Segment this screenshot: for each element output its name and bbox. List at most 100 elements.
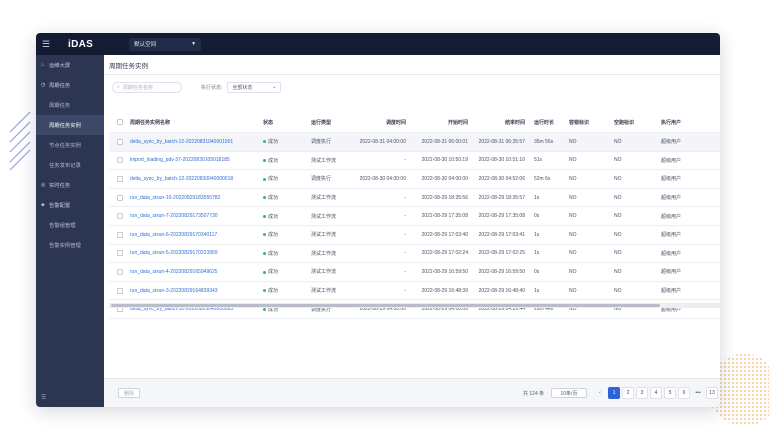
schedule-time-cell: - xyxy=(404,250,406,257)
end-time-cell: 2022-08-29 17:35:08 xyxy=(478,213,525,220)
task-instance-link[interactable]: run_data_sixun-7-20220829173507730 xyxy=(130,213,263,219)
caret-down-icon: ▼ xyxy=(191,41,197,47)
row-checkbox[interactable] xyxy=(116,231,123,238)
sidebar-item-overview[interactable]: ⌂ 运维大屏 xyxy=(36,55,104,75)
task-instance-link[interactable]: run_data_sixun-4-20220829165949625 xyxy=(130,269,263,275)
page-size-select[interactable]: 10条/页 xyxy=(551,388,587,398)
page-button[interactable]: 6 xyxy=(678,387,690,399)
table-row[interactable]: import_loading_pdv-37-20220830105018185 成… xyxy=(109,152,720,171)
sidebar-subitem-release-records[interactable]: 任务发布记录 xyxy=(36,155,104,175)
task-instance-link[interactable]: delta_sync_by_batch-12-20220831040001001 xyxy=(130,139,263,145)
success-dot-icon xyxy=(263,289,266,293)
row-checkbox[interactable] xyxy=(116,268,123,275)
start-time-cell: 2022-08-30 04:00:00 xyxy=(421,175,468,182)
sidebar-item-realtime[interactable]: ◎ 实时任务 xyxy=(36,175,104,195)
row-checkbox[interactable] xyxy=(116,287,123,294)
task-instance-link[interactable]: run_data_sixun-10-20220829183555782 xyxy=(130,195,263,201)
sidebar-item-periodic[interactable]: ◷ 周期任务 xyxy=(36,75,104,95)
table-row[interactable]: delta_sync_by_batch-12-20220830040000018… xyxy=(109,170,720,189)
column-header-start-time[interactable]: 开始时间 xyxy=(406,119,468,126)
column-header-dry-run[interactable]: 空跑标识 xyxy=(614,119,661,126)
table-header-row: 周期任务实例名称 状态 运行类型 调度时间 开始时间 结束时间 运行时长 容错标… xyxy=(109,112,720,133)
status-text: 成功 xyxy=(268,176,279,183)
duration-cell: 1s xyxy=(534,194,540,201)
page-button[interactable]: 1 xyxy=(608,387,620,399)
table-row[interactable]: run_data_sixun-5-20220829170223959 成功 测试工作… xyxy=(109,245,720,264)
table-row[interactable]: delta_sync_by_batch-12-20220831040001001… xyxy=(109,133,720,152)
end-time-cell: 2022-08-30 04:52:06 xyxy=(478,175,525,182)
column-header-schedule-time[interactable]: 调度时间 xyxy=(353,119,406,126)
sidebar-subitem-periodic-instances[interactable]: 周期任务实例 xyxy=(36,115,104,135)
table-footer: 删除 共 124 条 10条/页 ‹ 1 2 3 4 5 6 ••• 13 xyxy=(104,378,720,407)
user-cell: 超级用户 xyxy=(661,139,682,146)
page-button[interactable]: 13 xyxy=(706,387,718,399)
user-cell: 超级用户 xyxy=(661,195,682,202)
status-filter-select[interactable]: 全部状态 ⌄ xyxy=(227,81,282,93)
realtime-icon: ◎ xyxy=(41,182,46,188)
column-header-end-time[interactable]: 结束时间 xyxy=(468,119,525,126)
success-dot-icon xyxy=(263,252,266,256)
table-row[interactable]: run_data_sixun-10-20220829183555782 成功 测试工… xyxy=(109,189,720,208)
task-instance-link[interactable]: import_loading_pdv-37-20220830105018185 xyxy=(130,157,263,163)
run-type-cell: 测试工作流 xyxy=(311,195,337,202)
status-text: 成功 xyxy=(268,157,279,164)
column-header-duration[interactable]: 运行时长 xyxy=(525,119,567,126)
sidebar-item-label: 运维大屏 xyxy=(49,63,71,69)
page-button[interactable]: 5 xyxy=(664,387,676,399)
sidebar-subitem-alert-instances[interactable]: 告警实例管理 xyxy=(36,235,104,255)
scrollbar-thumb[interactable] xyxy=(111,304,660,307)
page-button[interactable]: 2 xyxy=(622,387,634,399)
status-text: 成功 xyxy=(268,213,279,220)
column-header-name[interactable]: 周期任务实例名称 xyxy=(130,119,263,126)
status-filter-value: 全部状态 xyxy=(232,84,253,91)
status-cell: 成功 xyxy=(263,194,311,201)
table-row[interactable]: run_data_sixun-7-20220829173507730 成功 测试工作… xyxy=(109,207,720,226)
row-checkbox[interactable] xyxy=(116,138,123,145)
prev-page-button[interactable]: ‹ xyxy=(594,387,606,399)
sidebar-item-alerts[interactable]: ◈ 告警配置 xyxy=(36,195,104,215)
brand-logo: iDAS xyxy=(68,38,94,50)
sidebar-subitem-alert-groups[interactable]: 告警组管理 xyxy=(36,215,104,235)
row-checkbox[interactable] xyxy=(116,194,123,201)
row-checkbox[interactable] xyxy=(116,213,123,220)
duration-cell: 0s xyxy=(534,213,540,220)
page-button[interactable]: 3 xyxy=(636,387,648,399)
table-row[interactable]: run_data_sixun-3-20220829164839343 成功 测试工作… xyxy=(109,282,720,301)
horizontal-scrollbar[interactable] xyxy=(109,303,720,308)
task-instance-link[interactable]: run_data_sixun-6-20220829170340117 xyxy=(130,232,263,238)
column-header-status[interactable]: 状态 xyxy=(263,119,311,126)
task-instance-link[interactable]: delta_sync_by_batch-12-20220830040000018 xyxy=(130,176,263,182)
batch-delete-button[interactable]: 删除 xyxy=(118,388,140,398)
select-all-checkbox[interactable] xyxy=(116,119,123,125)
row-checkbox[interactable] xyxy=(116,250,123,257)
user-cell: 超级用户 xyxy=(661,176,682,183)
table-row[interactable]: run_data_sixun-6-20220829170340117 成功 测试工作… xyxy=(109,226,720,245)
sidebar-subitem-periodic-tasks[interactable]: 周期任务 xyxy=(36,95,104,115)
row-checkbox[interactable] xyxy=(116,175,123,182)
fault-tolerance-cell: NO xyxy=(569,175,577,182)
dry-run-cell: NO xyxy=(614,175,622,182)
start-time-cell: 2022-08-29 17:35:08 xyxy=(421,213,468,220)
run-type-cell: 测试工作流 xyxy=(311,213,337,220)
sidebar-item-label: 告警配置 xyxy=(49,203,71,209)
status-cell: 成功 xyxy=(263,287,311,294)
column-header-type[interactable]: 运行类型 xyxy=(311,119,353,126)
column-header-user[interactable]: 执行用户 xyxy=(661,119,701,126)
collapse-sidebar-icon[interactable]: ☰ xyxy=(41,394,46,401)
end-time-cell: 2022-08-29 16:48:40 xyxy=(478,287,525,294)
run-type-cell: 测试工作流 xyxy=(311,232,337,239)
task-instance-link[interactable]: run_data_sixun-5-20220829170223959 xyxy=(130,250,263,256)
table-row[interactable]: run_data_sixun-4-20220829165949625 成功 测试工作… xyxy=(109,263,720,282)
pagination-ellipsis[interactable]: ••• xyxy=(692,387,704,399)
menu-icon[interactable]: ☰ xyxy=(42,39,54,50)
sidebar-subitem-node-instances[interactable]: 节点任务实例 xyxy=(36,135,104,155)
schedule-time-cell: - xyxy=(404,157,406,164)
row-checkbox[interactable] xyxy=(116,157,123,164)
column-header-fault-tolerance[interactable]: 容错标识 xyxy=(567,119,614,126)
sidebar-item-label: 周期任务 xyxy=(49,83,71,89)
search-input[interactable]: ⌕ 周期任务名称 xyxy=(112,81,182,93)
page-button[interactable]: 4 xyxy=(650,387,662,399)
workspace-select[interactable]: 默认空间 ▼ xyxy=(129,37,202,51)
task-instance-link[interactable]: run_data_sixun-3-20220829164839343 xyxy=(130,288,263,294)
user-cell: 超级用户 xyxy=(661,288,682,295)
